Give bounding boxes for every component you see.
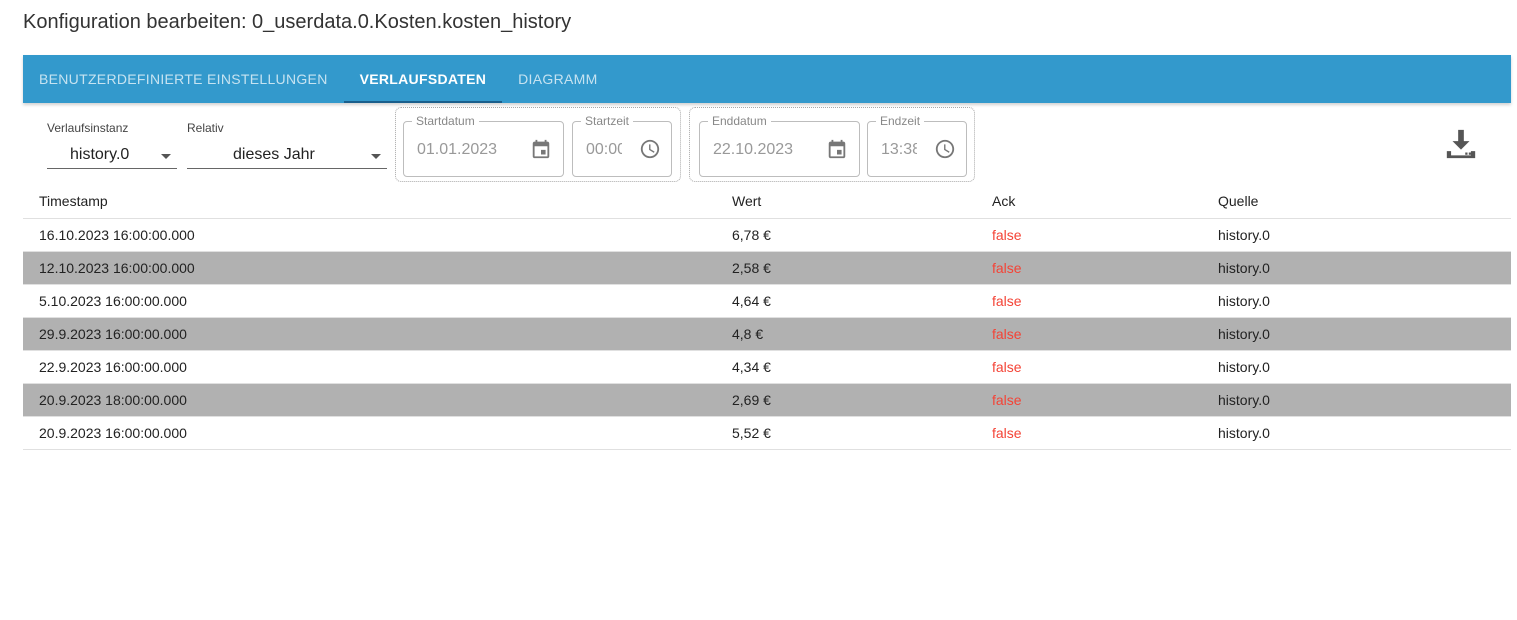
cell-value: 2,69 € xyxy=(716,383,976,417)
relative-select-value-box[interactable]: dieses Jahr xyxy=(187,143,387,169)
cell-source: history.0 xyxy=(1202,383,1511,417)
clock-icon[interactable] xyxy=(934,138,956,160)
end-range-group: Enddatum 22.10.2023 Endzeit 13:38 xyxy=(689,107,975,182)
table-row[interactable]: 22.9.2023 16:00:00.000 4,34 € false hist… xyxy=(23,350,1511,384)
table-row[interactable]: 20.9.2023 18:00:00.000 2,69 € false hist… xyxy=(23,383,1511,417)
cell-source: history.0 xyxy=(1202,218,1511,252)
cell-timestamp: 12.10.2023 16:00:00.000 xyxy=(23,251,716,285)
cell-timestamp: 20.9.2023 18:00:00.000 xyxy=(23,383,716,417)
cell-timestamp: 5.10.2023 16:00:00.000 xyxy=(23,284,716,318)
column-header-timestamp[interactable]: Timestamp xyxy=(23,185,716,219)
cell-timestamp: 22.9.2023 16:00:00.000 xyxy=(23,350,716,384)
end-date-label: Enddatum xyxy=(708,114,771,128)
chevron-down-icon xyxy=(161,154,171,159)
table-row[interactable]: 5.10.2023 16:00:00.000 4,64 € false hist… xyxy=(23,284,1511,318)
cell-ack: false xyxy=(976,218,1202,252)
calendar-icon[interactable] xyxy=(530,138,552,160)
tab-bar: Benutzerdefinierte Einstellungen Verlauf… xyxy=(23,55,1511,103)
cell-ack: false xyxy=(976,383,1202,417)
relative-select-label: Relativ xyxy=(187,121,224,135)
cell-timestamp: 29.9.2023 16:00:00.000 xyxy=(23,317,716,351)
instance-select[interactable]: Verlaufsinstanz history.0 xyxy=(47,121,177,169)
chevron-down-icon xyxy=(371,154,381,159)
cell-value: 2,58 € xyxy=(716,251,976,285)
table-row[interactable]: 16.10.2023 16:00:00.000 6,78 € false his… xyxy=(23,218,1511,252)
start-date-label: Startdatum xyxy=(412,114,479,128)
cell-timestamp: 16.10.2023 16:00:00.000 xyxy=(23,218,716,252)
cell-value: 4,34 € xyxy=(716,350,976,384)
start-date-value: 01.01.2023 xyxy=(417,141,498,158)
history-toolbar: Verlaufsinstanz history.0 Relativ dieses… xyxy=(23,103,1511,185)
start-date-field[interactable]: Startdatum 01.01.2023 xyxy=(403,114,564,177)
table-row[interactable]: 29.9.2023 16:00:00.000 4,8 € false histo… xyxy=(23,317,1511,351)
download-icon[interactable] xyxy=(1444,127,1478,161)
history-table: Timestamp Wert Ack Quelle 16.10.2023 16:… xyxy=(23,185,1511,450)
instance-select-value-box[interactable]: history.0 xyxy=(47,143,177,169)
column-header-source[interactable]: Quelle xyxy=(1202,185,1511,219)
end-time-field[interactable]: Endzeit 13:38 xyxy=(867,114,967,177)
start-range-group: Startdatum 01.01.2023 Startzeit 00:00 xyxy=(395,107,681,182)
start-time-field[interactable]: Startzeit 00:00 xyxy=(572,114,672,177)
table-row[interactable]: 20.9.2023 16:00:00.000 5,52 € false hist… xyxy=(23,416,1511,450)
relative-select-value: dieses Jahr xyxy=(233,146,315,163)
end-time-value: 13:38 xyxy=(881,141,917,158)
table-row[interactable]: 12.10.2023 16:00:00.000 2,58 € false his… xyxy=(23,251,1511,285)
cell-source: history.0 xyxy=(1202,284,1511,318)
relative-select[interactable]: Relativ dieses Jahr xyxy=(187,121,387,169)
cell-source: history.0 xyxy=(1202,350,1511,384)
calendar-icon[interactable] xyxy=(826,138,848,160)
cell-timestamp: 20.9.2023 16:00:00.000 xyxy=(23,416,716,450)
cell-source: history.0 xyxy=(1202,251,1511,285)
tab-custom-settings[interactable]: Benutzerdefinierte Einstellungen xyxy=(23,55,344,103)
instance-select-value: history.0 xyxy=(70,146,130,163)
cell-ack: false xyxy=(976,350,1202,384)
start-time-value: 00:00 xyxy=(586,141,622,158)
cell-value: 5,52 € xyxy=(716,416,976,450)
table-header-row: Timestamp Wert Ack Quelle xyxy=(23,185,1511,219)
cell-value: 4,64 € xyxy=(716,284,976,318)
instance-select-label: Verlaufsinstanz xyxy=(47,121,129,135)
end-time-label: Endzeit xyxy=(876,114,925,128)
tab-chart[interactable]: Diagramm xyxy=(502,55,613,103)
cell-ack: false xyxy=(976,416,1202,450)
cell-value: 4,8 € xyxy=(716,317,976,351)
column-header-value[interactable]: Wert xyxy=(716,185,976,219)
start-time-label: Startzeit xyxy=(581,114,634,128)
cell-ack: false xyxy=(976,284,1202,318)
clock-icon[interactable] xyxy=(639,138,661,160)
cell-ack: false xyxy=(976,251,1202,285)
tab-history-data[interactable]: Verlaufsdaten xyxy=(343,55,503,103)
end-date-value: 22.10.2023 xyxy=(713,141,794,158)
cell-source: history.0 xyxy=(1202,317,1511,351)
end-date-field[interactable]: Enddatum 22.10.2023 xyxy=(699,114,860,177)
cell-source: history.0 xyxy=(1202,416,1511,450)
column-header-ack[interactable]: Ack xyxy=(976,185,1202,219)
page-title: Konfiguration bearbeiten: 0_userdata.0.K… xyxy=(23,11,572,33)
cell-value: 6,78 € xyxy=(716,218,976,252)
cell-ack: false xyxy=(976,317,1202,351)
